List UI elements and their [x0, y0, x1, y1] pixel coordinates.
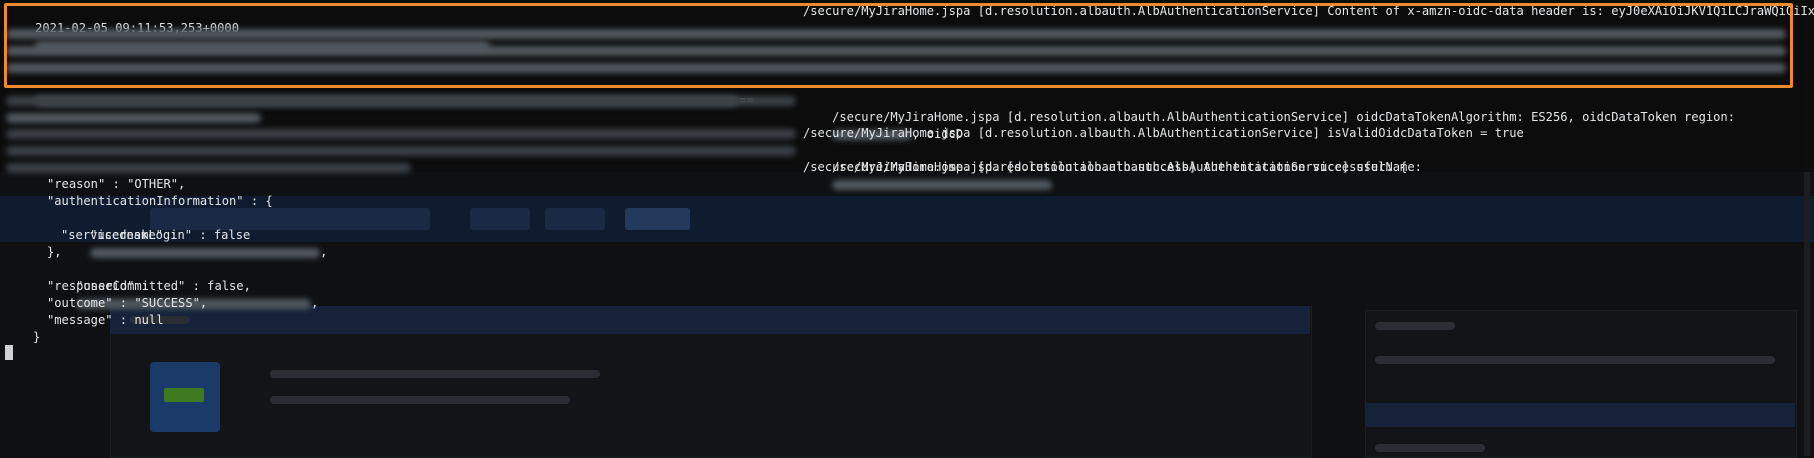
redacted-username: [832, 179, 1053, 190]
json-auth-info-close: },: [47, 245, 62, 259]
redacted-username-value: [90, 247, 321, 258]
log-line-prefix: [6, 125, 796, 142]
log-line-prefix: [6, 159, 411, 176]
log-line-prefix: [6, 142, 796, 159]
json-close: }: [33, 330, 41, 344]
json-message: "message" : null: [47, 313, 164, 327]
json-reason: "reason" : "OTHER",: [47, 177, 186, 191]
log-line-valid-token: /secure/MyJiraHome.jspa [d.resolution.al…: [803, 126, 1524, 140]
log-line-prefix: [6, 92, 796, 109]
json-response-committed: "responseCommitted" : false,: [47, 279, 251, 293]
json-auth-info-open: "authenticationInformation" : {: [47, 194, 273, 208]
log-line-auth-success: /secure/MyJiraHome.jspa [d.resolution.al…: [803, 160, 1408, 174]
terminal-window[interactable]: 2021-02-05 09:11:53,253+0000 /secure/MyJ…: [0, 0, 1814, 456]
redacted-log-continuation: [6, 109, 261, 126]
json-outcome: "outcome" : "SUCCESS",: [47, 296, 208, 310]
terminal-cursor: [5, 345, 13, 360]
highlight-box: [4, 3, 1793, 88]
log-line-username: /secure/MyJiraHome.jspa [d.resolution.al…: [803, 142, 1422, 210]
json-servicedesk-login: "servicedeskLogin" : false: [61, 228, 251, 242]
